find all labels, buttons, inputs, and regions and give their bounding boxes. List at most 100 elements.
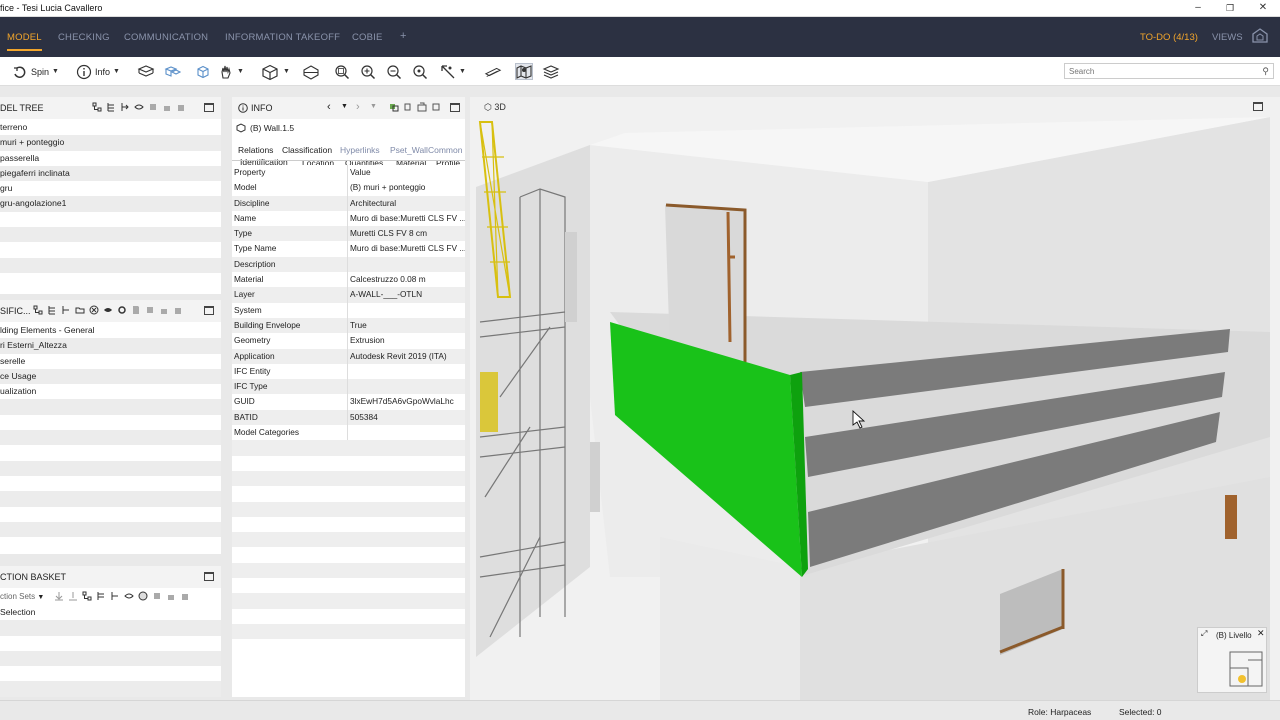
filter-icon[interactable]: [110, 591, 120, 601]
selection-sets-dropdown[interactable]: ction Sets ▼: [0, 592, 44, 601]
tree-item[interactable]: gru-angolazione1: [0, 196, 221, 212]
hand-select-dropdown[interactable]: ▼: [218, 63, 244, 80]
window-upper[interactable]: [665, 203, 747, 362]
property-row[interactable]: Model (B) muri + ponteggio: [232, 180, 465, 196]
tree-hierarchy-icon[interactable]: [92, 102, 102, 112]
property-row[interactable]: Name Muro di base:Muretti CLS FV ...: [232, 210, 465, 227]
property-row[interactable]: Model Categories: [232, 425, 465, 441]
close-circle-icon[interactable]: [89, 305, 99, 315]
hide-icon[interactable]: [103, 305, 113, 315]
properties-icon[interactable]: [389, 102, 399, 112]
add-tab-button[interactable]: +: [400, 30, 407, 42]
close-icon[interactable]: ✕: [1257, 628, 1265, 639]
copy-icon[interactable]: [403, 102, 413, 112]
visibility-cubes-icon[interactable]: [163, 63, 181, 80]
property-row[interactable]: Geometry Extrusion: [232, 333, 465, 349]
layers-stack-icon[interactable]: [542, 63, 560, 80]
zoom-selection-icon[interactable]: [411, 63, 429, 80]
tree-item[interactable]: gru: [0, 181, 221, 196]
forward-arrow-icon[interactable]: ›: [356, 101, 360, 113]
classification-item[interactable]: ualization: [0, 384, 221, 399]
zoom-in-icon[interactable]: [359, 63, 377, 80]
gear-icon[interactable]: [117, 305, 127, 315]
tab-pset-wallcommon[interactable]: Pset_WallCommon: [390, 145, 462, 155]
zoom-fit-icon[interactable]: [333, 63, 351, 80]
property-row[interactable]: Layer A-WALL-___-OTLN: [232, 287, 465, 303]
3d-model-render[interactable]: [470, 97, 1280, 700]
group-icon[interactable]: [145, 305, 155, 315]
property-row[interactable]: Type Muretti CLS FV 8 cm: [232, 226, 465, 242]
minimap[interactable]: ⤢ (B) Livello ✕: [1197, 627, 1267, 693]
maximize-panel-icon[interactable]: [204, 306, 214, 315]
filter-icon[interactable]: [61, 305, 71, 315]
info-dropdown[interactable]: Info ▼: [76, 63, 120, 80]
property-row[interactable]: Building Envelope True: [232, 317, 465, 334]
selection-item[interactable]: Selection: [0, 605, 221, 621]
property-row[interactable]: Material Calcestruzzo 0.08 m: [232, 272, 465, 288]
section-plane-icon[interactable]: [302, 63, 320, 80]
tree-item[interactable]: piegaferri inclinata: [0, 165, 221, 182]
lock-icon[interactable]: [166, 591, 176, 601]
hierarchy-icon[interactable]: [82, 591, 92, 601]
expand-icon[interactable]: [47, 305, 57, 315]
3d-viewport[interactable]: ⬡ 3D ⤢ (B) Livello ✕: [470, 97, 1280, 700]
document-icon[interactable]: [131, 305, 141, 315]
export-icon[interactable]: [431, 102, 441, 112]
add-to-basket-icon[interactable]: [54, 591, 64, 601]
visibility-icon[interactable]: [124, 591, 134, 601]
tree-item[interactable]: terreno: [0, 120, 221, 135]
tab-checking[interactable]: CHECKING: [58, 32, 110, 43]
close-button[interactable]: ✕: [1256, 1, 1270, 15]
expand-icon[interactable]: [96, 591, 106, 601]
property-row[interactable]: Discipline Architectural: [232, 195, 465, 211]
measure-dropdown[interactable]: ▼: [440, 63, 466, 80]
home-model-icon[interactable]: [1251, 27, 1269, 45]
search-box[interactable]: ⚲: [1064, 63, 1274, 79]
model-layers-icon[interactable]: [137, 63, 155, 80]
property-row[interactable]: System: [232, 302, 465, 318]
property-row[interactable]: Type Name Muro di base:Muretti CLS FV ...: [232, 241, 465, 257]
maximize-button[interactable]: ❐: [1223, 1, 1237, 15]
search-input[interactable]: [1065, 64, 1245, 78]
back-arrow-icon[interactable]: ‹: [327, 101, 331, 113]
tree-item[interactable]: muri + ponteggio: [0, 135, 221, 151]
lock-icon[interactable]: [159, 305, 169, 315]
tab-hyperlinks[interactable]: Hyperlinks: [340, 145, 380, 155]
tree-expand-icon[interactable]: [106, 102, 116, 112]
search-icon[interactable]: ⚲: [1262, 66, 1269, 77]
history-dropdown-icon[interactable]: ▼: [341, 103, 348, 110]
tree-group-icon[interactable]: [148, 102, 158, 112]
expand-diagonal-icon[interactable]: ⤢: [1201, 629, 1207, 639]
hierarchy-icon[interactable]: [33, 305, 43, 315]
tab-cobie[interactable]: COBIE: [352, 32, 383, 43]
property-row[interactable]: IFC Type: [232, 379, 465, 395]
property-row[interactable]: GUID 3lxEwH7d5A6vGpoWvlaLhc: [232, 394, 465, 410]
tree-options-icon[interactable]: [176, 102, 186, 112]
property-row[interactable]: BATID 505384: [232, 409, 465, 426]
tree-visibility-icon[interactable]: [134, 102, 144, 112]
classification-item[interactable]: ri Esterni_Altezza: [0, 338, 221, 354]
views-link[interactable]: VIEWS: [1212, 32, 1243, 43]
remove-from-basket-icon[interactable]: [68, 591, 78, 601]
options-icon[interactable]: [180, 591, 190, 601]
tree-lock-icon[interactable]: [162, 102, 172, 112]
maximize-panel-icon[interactable]: [204, 572, 214, 581]
tree-filter-icon[interactable]: [120, 102, 130, 112]
maximize-view-icon[interactable]: [1253, 102, 1263, 111]
maximize-panel-icon[interactable]: [204, 103, 214, 112]
clipping-plane-icon[interactable]: [484, 63, 502, 80]
classification-item[interactable]: ce Usage: [0, 368, 221, 385]
options-icon[interactable]: [173, 305, 183, 315]
map-view-icon[interactable]: [515, 63, 533, 80]
zoom-out-icon[interactable]: [385, 63, 403, 80]
property-row[interactable]: Application Autodesk Revit 2019 (ITA): [232, 348, 465, 364]
isolate-cube-icon[interactable]: [194, 63, 212, 80]
classification-item[interactable]: serelle: [0, 354, 221, 369]
section-box-dropdown[interactable]: ▼: [260, 63, 290, 80]
tab-relations[interactable]: Relations: [238, 145, 273, 155]
todo-link[interactable]: TO-DO (4/13): [1140, 32, 1198, 43]
tree-item[interactable]: passerella: [0, 151, 221, 166]
minimize-button[interactable]: –: [1191, 1, 1205, 15]
spin-dropdown[interactable]: Spin ▼: [12, 63, 59, 80]
forward-dropdown-icon[interactable]: ▼: [370, 103, 377, 110]
